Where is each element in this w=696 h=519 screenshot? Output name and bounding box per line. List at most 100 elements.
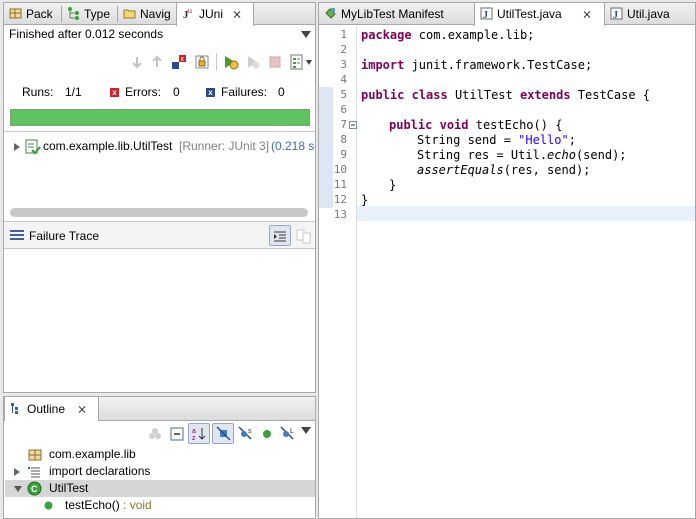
- code-line-9[interactable]: String res = Util.echo(send);: [417, 148, 627, 162]
- toolbar-separator: [216, 53, 217, 71]
- errors-label: Errors:: [125, 85, 161, 99]
- editor-tabbar: MyLibTest Manifest J UtilTest.java ⨯ J U…: [319, 3, 695, 26]
- outline-item-class[interactable]: C UtilTest: [5, 480, 315, 497]
- test-runner-label: [Runner: JUnit 3]: [179, 139, 270, 153]
- outline-item-package[interactable]: com.example.lib: [4, 446, 315, 463]
- tab-label: UtilTest.java: [497, 7, 562, 21]
- tab-utiltest-java[interactable]: J UtilTest.java ⨯: [474, 3, 605, 26]
- rerun-failed-first-icon[interactable]: [245, 54, 261, 70]
- code-text: (res, send);: [503, 163, 591, 177]
- string-literal: "Hello": [518, 133, 569, 147]
- code-line-5[interactable]: public class UtilTest extends TestCase {: [361, 88, 650, 102]
- line-number: 13: [333, 208, 347, 221]
- method-return-type: : void: [119, 498, 152, 512]
- public-member-filter-icon[interactable]: [259, 426, 275, 442]
- code-line-10[interactable]: assertEquals(res, send);: [417, 163, 590, 177]
- code-line-11[interactable]: }: [389, 178, 396, 192]
- line-number: 3: [340, 58, 347, 71]
- failure-trace-header: Failure Trace: [4, 221, 315, 249]
- outline-item-method[interactable]: testEcho() : void: [4, 497, 315, 514]
- divider: [4, 131, 315, 132]
- hide-static-members-icon[interactable]: s: [238, 426, 254, 442]
- line-number: 7: [340, 118, 347, 131]
- line-number: 2: [340, 43, 347, 56]
- runs-label: Runs:: [22, 85, 54, 99]
- outline-item-label: UtilTest: [49, 481, 89, 495]
- test-suite-ok-icon: [25, 139, 41, 155]
- keyword: package: [361, 28, 412, 42]
- stop-icon[interactable]: [267, 54, 283, 70]
- test-tree-row[interactable]: com.example.lib.UtilTest [Runner: JUnit …: [4, 138, 315, 155]
- code-line-1[interactable]: package com.example.lib;: [361, 28, 534, 42]
- focus-active-task-icon[interactable]: [147, 426, 163, 442]
- keyword: class: [411, 88, 448, 102]
- junit-status-text: Finished after 0.012 seconds: [9, 27, 164, 41]
- errors-value: 0: [173, 85, 180, 99]
- code-text: UtilTest: [447, 88, 520, 102]
- expand-arrow-icon[interactable]: [14, 468, 20, 476]
- tab-type-hierarchy[interactable]: Type: [62, 3, 117, 25]
- tab-label: Type: [84, 7, 111, 21]
- hierarchy-icon: [68, 7, 79, 20]
- line-number: 1: [340, 28, 347, 41]
- code-line-12[interactable]: }: [361, 193, 368, 207]
- tab-junit[interactable]: J u JUni ⨯: [176, 3, 254, 26]
- hide-fields-icon: [216, 426, 231, 441]
- code-text: }: [389, 178, 397, 192]
- svg-text:x: x: [181, 56, 185, 63]
- scroll-lock-icon[interactable]: [194, 54, 210, 70]
- tab-label: JUni: [199, 7, 224, 21]
- collapse-arrow-icon[interactable]: [14, 486, 22, 492]
- code-text: junit.framework.TestCase;: [404, 58, 593, 72]
- fold-collapse-icon[interactable]: [349, 121, 357, 129]
- next-failure-icon[interactable]: [129, 54, 145, 70]
- rerun-test-icon[interactable]: [223, 54, 239, 70]
- view-menu-icon[interactable]: [301, 31, 311, 38]
- close-icon[interactable]: ⨯: [232, 3, 242, 25]
- hide-local-types-icon[interactable]: L: [280, 426, 296, 442]
- tab-package-explorer[interactable]: Pack: [4, 3, 61, 25]
- filter-stack-icon: [274, 231, 286, 242]
- horizontal-scrollbar[interactable]: [10, 208, 308, 217]
- history-dropdown-icon[interactable]: [306, 60, 312, 65]
- compare-result-icon[interactable]: [296, 228, 312, 244]
- failure-trace-label: Failure Trace: [29, 229, 100, 243]
- close-icon[interactable]: ⨯: [77, 397, 87, 421]
- code-line-7[interactable]: public void testEcho() {: [389, 118, 562, 132]
- test-class-name: com.example.lib.UtilTest: [43, 139, 173, 153]
- line-number: 6: [340, 103, 347, 116]
- tab-outline[interactable]: Outline ⨯: [4, 397, 99, 421]
- tab-util-java[interactable]: J Util.java: [605, 3, 695, 25]
- code-line-3[interactable]: import junit.framework.TestCase;: [361, 58, 592, 72]
- code-line-8[interactable]: String send = "Hello";: [417, 133, 576, 147]
- show-failures-only-icon[interactable]: x: [171, 54, 187, 70]
- hide-fields-button[interactable]: [212, 423, 234, 444]
- previous-failure-icon[interactable]: [149, 54, 165, 70]
- line-number: 5: [340, 88, 347, 101]
- tab-manifest[interactable]: MyLibTest Manifest: [319, 3, 474, 25]
- line-number: 11: [333, 178, 347, 191]
- current-line-highlight: [357, 206, 695, 221]
- tab-label: Outline: [27, 402, 66, 416]
- line-number: 9: [340, 148, 347, 161]
- test-run-history-icon[interactable]: [289, 54, 305, 70]
- code-text: String res = Util.: [417, 148, 548, 162]
- line-number: 12: [333, 193, 347, 206]
- java-file-icon: J: [610, 7, 623, 20]
- expand-arrow-icon[interactable]: [14, 143, 20, 151]
- svg-text:s: s: [248, 428, 252, 435]
- outline-toolbar: a z s L: [4, 422, 315, 444]
- close-icon[interactable]: ⨯: [582, 3, 592, 25]
- filter-stack-trace-button[interactable]: [269, 225, 291, 246]
- view-menu-icon[interactable]: [301, 427, 311, 434]
- code-text: (send);: [575, 148, 627, 162]
- sort-button[interactable]: a z: [188, 423, 210, 444]
- package-icon: [28, 449, 42, 461]
- code-text: testEcho() {: [468, 118, 563, 132]
- collapse-all-icon[interactable]: [169, 426, 185, 442]
- keyword: public: [361, 88, 405, 102]
- svg-text:J: J: [613, 10, 618, 20]
- folder-icon: [123, 9, 136, 19]
- tab-navigator[interactable]: Navig: [118, 3, 176, 25]
- outline-item-imports[interactable]: import declarations: [4, 463, 315, 480]
